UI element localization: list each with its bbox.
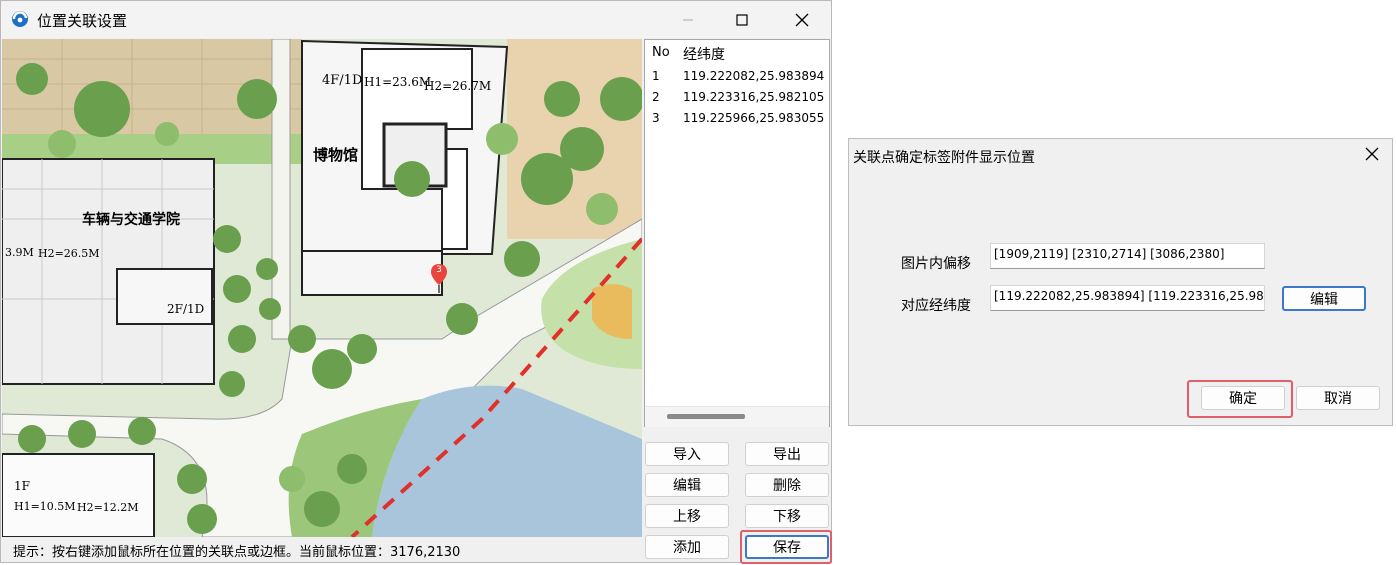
horizontal-scrollbar[interactable] [645,406,829,427]
close-icon [795,13,809,26]
highlight-save [740,530,832,564]
move-up-button[interactable]: 上移 [645,504,729,528]
dialog-edit-button[interactable]: 编辑 [1282,286,1366,311]
add-button[interactable]: 添加 [645,535,729,559]
map-label-building-b-h1: H1=10.5M [14,500,76,513]
cancel-button[interactable]: 取消 [1296,386,1380,410]
column-latlng: 经纬度 [683,47,725,63]
list-item[interactable]: 1 119.222082,25.983894 [645,66,829,86]
list-header: No 经纬度 [645,40,829,64]
marker-number: 3 [436,265,442,275]
location-association-window: 位置关联设置 4F/1D H1=23.6M H2=26.7M 博物馆 车辆与交通… [0,0,832,564]
minimize-button[interactable] [665,1,711,38]
label-position-dialog: 关联点确定标签附件显示位置 图片内偏移 [1909,2119] [2310,27… [848,138,1393,426]
row-no: 2 [652,90,660,104]
map-label-museum: 博物馆 [313,146,359,164]
column-no: No [652,45,670,60]
row-no: 1 [652,69,660,83]
import-button[interactable]: 导入 [645,442,729,466]
close-button[interactable] [779,1,825,38]
map-label-building-a: 4F/1D [322,73,363,88]
map-label-building-a-h2: H2=26.7M [424,79,492,93]
list-item[interactable]: 3 119.225966,25.983055 [645,108,829,128]
window-title: 位置关联设置 [37,12,128,30]
list-item[interactable]: 2 119.223316,25.982105 [645,87,829,107]
site-plan-drawing [2,39,642,537]
close-icon [1365,147,1379,161]
app-logo-icon [12,11,28,27]
dialog-close-button[interactable] [1361,143,1383,165]
map-label-small-building: 2F/1D [167,302,205,316]
row-latlng: 119.223316,25.982105 [683,90,825,104]
maximize-icon [736,13,748,26]
map-label-college: 车辆与交通学院 [82,212,180,228]
offset-field[interactable]: [1909,2119] [2310,2714] [3086,2380] [990,243,1265,269]
edit-button[interactable]: 编辑 [645,473,729,497]
row-latlng: 119.225966,25.983055 [683,111,825,125]
export-button[interactable]: 导出 [745,442,829,466]
status-hint: 提示：按右键添加鼠标所在位置的关联点或边框。当前鼠标位置：3176,2130 [13,545,461,560]
delete-button[interactable]: 删除 [745,473,829,497]
maximize-button[interactable] [719,1,765,38]
map-label-building-b: 1F [14,479,30,493]
map-label-college-h: 3.9M [5,246,34,259]
highlight-ok [1187,380,1293,418]
offset-label: 图片内偏移 [901,256,971,272]
site-plan-image[interactable]: 4F/1D H1=23.6M H2=26.7M 博物馆 车辆与交通学院 3.9M… [2,39,642,537]
map-label-building-b-h2: H2=12.2M [77,501,139,514]
map-label-college-h2: H2=26.5M [38,247,100,260]
dialog-title: 关联点确定标签附件显示位置 [853,150,1035,166]
location-marker[interactable]: 3 [430,263,448,293]
row-no: 3 [652,111,660,125]
title-bar: 位置关联设置 [1,1,831,38]
latlng-label: 对应经纬度 [901,298,971,314]
latlng-field[interactable]: [119.222082,25.983894] [119.223316,25.98… [990,285,1265,311]
row-latlng: 119.222082,25.983894 [683,69,825,83]
map-label-building-a-h1: H1=23.6M [364,75,432,89]
minimize-icon [683,19,693,20]
association-point-list[interactable]: No 经纬度 1 119.222082,25.983894 2 119.2233… [644,39,830,427]
move-down-button[interactable]: 下移 [745,504,829,528]
scrollbar-thumb[interactable] [667,414,745,419]
